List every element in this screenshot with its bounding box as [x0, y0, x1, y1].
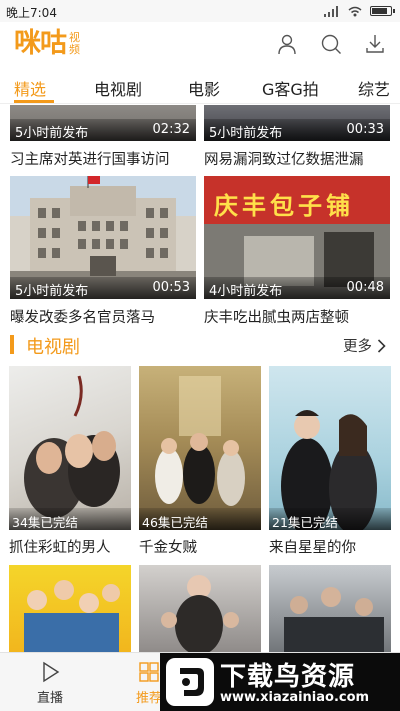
- nav-live[interactable]: 直播: [37, 661, 63, 706]
- tab-featured[interactable]: 精选: [14, 76, 46, 100]
- drama-poster: [9, 565, 131, 655]
- battery-icon: [370, 6, 395, 16]
- user-icon[interactable]: [276, 33, 298, 55]
- more-link[interactable]: 更多: [343, 335, 386, 356]
- drama-card[interactable]: [269, 565, 391, 655]
- drama-poster: [269, 565, 391, 655]
- status-icons: [324, 5, 395, 17]
- news-card[interactable]: 5小时前发布 02:32 习主席对英进行国事访问: [10, 105, 196, 169]
- category-tabs: 精选 电视剧 电影 G客G拍 综艺: [0, 68, 400, 104]
- news-duration: 00:48: [346, 280, 384, 295]
- signal-icon: [324, 5, 340, 17]
- poster-art: [155, 376, 245, 506]
- news-duration: 00:53: [152, 280, 190, 295]
- drama-poster: 34集已完结: [9, 366, 131, 530]
- drama-card[interactable]: 46集已完结 千金女贼: [139, 366, 261, 557]
- tab-g-clips[interactable]: G客G拍: [262, 76, 319, 100]
- news-title: 习主席对英进行国事访问: [10, 152, 170, 168]
- nav-live-label: 直播: [37, 691, 64, 706]
- drama-title: 来自星星的你: [269, 540, 356, 556]
- news-thumbnail: 庆丰包子铺 4小时前发布 00:48: [204, 176, 390, 299]
- episode-badge: 21集已完结: [269, 508, 391, 530]
- news-meta: 5小时前发布 02:32: [10, 119, 196, 141]
- watermark-banner: 下载鸟资源 www.xiazainiao.com: [160, 653, 400, 711]
- app-header: 咪咕 视频: [0, 22, 400, 68]
- news-title: 网易漏洞致过亿数据泄漏: [204, 152, 364, 168]
- download-icon[interactable]: [364, 33, 386, 55]
- grid-icon: [139, 662, 159, 682]
- news-time: 5小时前发布: [15, 126, 89, 141]
- tab-active-indicator: [14, 100, 54, 103]
- poster-art: [161, 575, 239, 655]
- watermark-logo-icon: [166, 658, 214, 706]
- poster-art: [284, 587, 384, 655]
- drama-poster: [139, 565, 261, 655]
- drama-card[interactable]: [9, 565, 131, 655]
- drama-title: 千金女贼: [139, 540, 197, 556]
- news-time: 5小时前发布: [209, 126, 283, 141]
- nav-recommend-label: 推荐: [136, 691, 163, 706]
- poster-art: [281, 410, 377, 530]
- restaurant-sign: 庆丰包子铺: [214, 192, 354, 220]
- news-time: 5小时前发布: [15, 284, 89, 299]
- app-logo[interactable]: 咪咕 视频: [14, 29, 81, 59]
- news-thumbnail: 5小时前发布 00:33: [204, 105, 390, 141]
- status-time: 晚上7:04: [6, 6, 57, 20]
- section-title: 电视剧: [26, 337, 80, 358]
- news-thumbnail: 5小时前发布 02:32: [10, 105, 196, 141]
- drama-title: 抓住彩虹的男人: [9, 540, 111, 556]
- play-icon: [43, 661, 60, 683]
- drama-card[interactable]: 21集已完结 来自星星的你: [269, 366, 391, 557]
- news-duration: 00:33: [346, 122, 384, 137]
- poster-art: [24, 375, 120, 518]
- nav-recommend[interactable]: 推荐: [136, 661, 162, 706]
- news-card[interactable]: 5小时前发布 00:53 曝发改委多名官员落马: [10, 176, 196, 327]
- tab-movies[interactable]: 电影: [188, 76, 220, 100]
- news-title: 曝发改委多名官员落马: [10, 310, 155, 326]
- news-meta: 4小时前发布 00:48: [204, 277, 390, 299]
- chevron-right-icon: [377, 338, 386, 353]
- poster-art: [24, 580, 120, 655]
- drama-poster: 21集已完结: [269, 366, 391, 530]
- drama-card[interactable]: 34集已完结 抓住彩虹的男人: [9, 366, 131, 557]
- wifi-icon: [348, 6, 362, 16]
- news-card[interactable]: 庆丰包子铺 4小时前发布 00:48 庆丰吃出腻虫两店整顿: [204, 176, 390, 327]
- tab-tv-series[interactable]: 电视剧: [94, 76, 142, 100]
- watermark-url: www.xiazainiao.com: [220, 690, 370, 705]
- brand-name: 咪咕: [14, 28, 67, 59]
- news-duration: 02:32: [152, 122, 190, 137]
- news-meta: 5小时前发布 00:33: [204, 119, 390, 141]
- news-card[interactable]: 5小时前发布 00:33 网易漏洞致过亿数据泄漏: [204, 105, 390, 169]
- search-icon[interactable]: [320, 33, 342, 55]
- header-actions: [276, 33, 386, 55]
- drama-card[interactable]: [139, 565, 261, 655]
- tab-variety[interactable]: 综艺: [358, 76, 390, 100]
- news-time: 4小时前发布: [209, 284, 283, 299]
- watermark-name: 下载鸟资源: [220, 662, 356, 692]
- episode-badge: 46集已完结: [139, 508, 261, 530]
- news-thumbnail: 5小时前发布 00:53: [10, 176, 196, 299]
- news-title: 庆丰吃出腻虫两店整顿: [204, 310, 349, 326]
- more-label: 更多: [343, 339, 372, 355]
- brand-sub: 视频: [69, 31, 80, 56]
- status-bar: 晚上7:04: [0, 0, 400, 22]
- tv-section-header: 电视剧 更多: [0, 333, 400, 358]
- news-meta: 5小时前发布 00:53: [10, 277, 196, 299]
- section-accent-bar: [10, 335, 14, 354]
- drama-poster: 46集已完结: [139, 366, 261, 530]
- episode-badge: 34集已完结: [9, 508, 131, 530]
